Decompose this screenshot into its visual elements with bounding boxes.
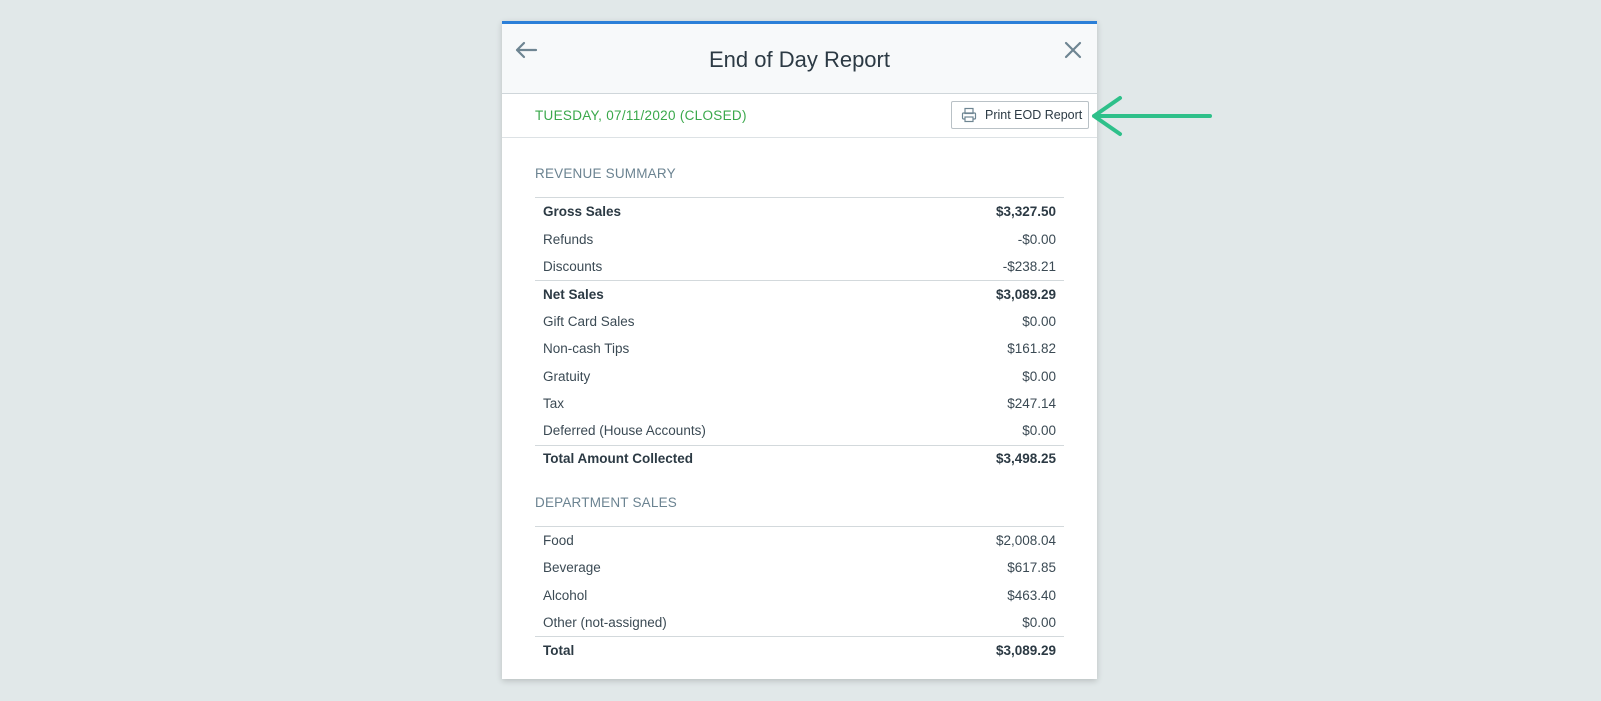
department-sales-table: Food $2,008.04 Beverage $617.85 Alcohol … <box>535 525 1064 664</box>
date-bar: TUESDAY, 07/11/2020 (CLOSED) Print EOD R… <box>502 94 1097 138</box>
table-row: Gift Card Sales $0.00 <box>535 308 1064 335</box>
table-row: Discounts -$238.21 <box>535 253 1064 280</box>
printer-icon <box>961 107 977 123</box>
row-label: Discounts <box>543 258 603 274</box>
row-value: -$238.21 <box>1002 258 1056 274</box>
row-label: Gratuity <box>543 368 591 384</box>
revenue-summary-title: REVENUE SUMMARY <box>535 166 676 181</box>
date-status: TUESDAY, 07/11/2020 (CLOSED) <box>535 108 747 123</box>
row-value: $0.00 <box>1022 368 1056 384</box>
row-label: Gift Card Sales <box>543 313 635 329</box>
row-value: $0.00 <box>1022 615 1056 631</box>
row-label: Other (not-assigned) <box>543 615 667 631</box>
row-value: $3,327.50 <box>995 204 1056 220</box>
table-row: Tax $247.14 <box>535 390 1064 417</box>
print-eod-report-button[interactable]: Print EOD Report <box>951 101 1089 129</box>
annotation-arrow-icon <box>1092 96 1212 136</box>
table-row: Refunds -$0.00 <box>535 225 1064 252</box>
row-value: $247.14 <box>1007 395 1056 411</box>
table-row: Gross Sales $3,327.50 <box>535 198 1064 225</box>
row-value: $161.82 <box>1007 341 1056 357</box>
row-label: Deferred (House Accounts) <box>543 423 706 439</box>
row-label: Beverage <box>543 560 601 576</box>
table-row: Non-cash Tips $161.82 <box>535 335 1064 362</box>
eod-report-modal: End of Day Report TUESDAY, 07/11/2020 (C… <box>502 21 1097 679</box>
table-row: Total $3,089.29 <box>535 636 1064 663</box>
department-sales-title: DEPARTMENT SALES <box>535 494 677 510</box>
row-label: Total <box>543 643 575 659</box>
row-label: Food <box>543 533 574 549</box>
row-value: $3,498.25 <box>995 451 1056 467</box>
row-value: $617.85 <box>1007 560 1056 576</box>
row-label: Refunds <box>543 231 594 247</box>
print-button-label: Print EOD Report <box>985 108 1083 122</box>
row-value: $3,089.29 <box>995 286 1056 302</box>
row-label: Total Amount Collected <box>543 451 693 467</box>
row-value: $3,089.29 <box>995 643 1056 659</box>
table-row: Net Sales $3,089.29 <box>535 280 1064 307</box>
close-icon <box>1064 41 1082 59</box>
row-value: -$0.00 <box>1017 231 1056 247</box>
row-label: Gross Sales <box>543 204 622 220</box>
table-row: Other (not-assigned) $0.00 <box>535 609 1064 636</box>
row-label: Non-cash Tips <box>543 341 630 357</box>
row-value: $463.40 <box>1007 587 1056 603</box>
table-row: Food $2,008.04 <box>535 527 1064 554</box>
table-row: Deferred (House Accounts) $0.00 <box>535 417 1064 444</box>
modal-header: End of Day Report <box>502 24 1097 94</box>
table-row: Gratuity $0.00 <box>535 362 1064 389</box>
table-row: Alcohol $463.40 <box>535 582 1064 609</box>
row-label: Tax <box>543 395 565 411</box>
table-row: Total Amount Collected $3,498.25 <box>535 444 1064 472</box>
close-button[interactable] <box>1059 36 1087 64</box>
row-value: $2,008.04 <box>995 533 1056 549</box>
table-row: Beverage $617.85 <box>535 554 1064 581</box>
revenue-summary-table: Gross Sales $3,327.50 Refunds -$0.00 Dis… <box>535 197 1064 472</box>
row-value: $0.00 <box>1022 423 1056 439</box>
row-label: Net Sales <box>543 286 604 302</box>
row-value: $0.00 <box>1022 313 1056 329</box>
row-label: Alcohol <box>543 587 588 603</box>
modal-title: End of Day Report <box>709 47 890 72</box>
